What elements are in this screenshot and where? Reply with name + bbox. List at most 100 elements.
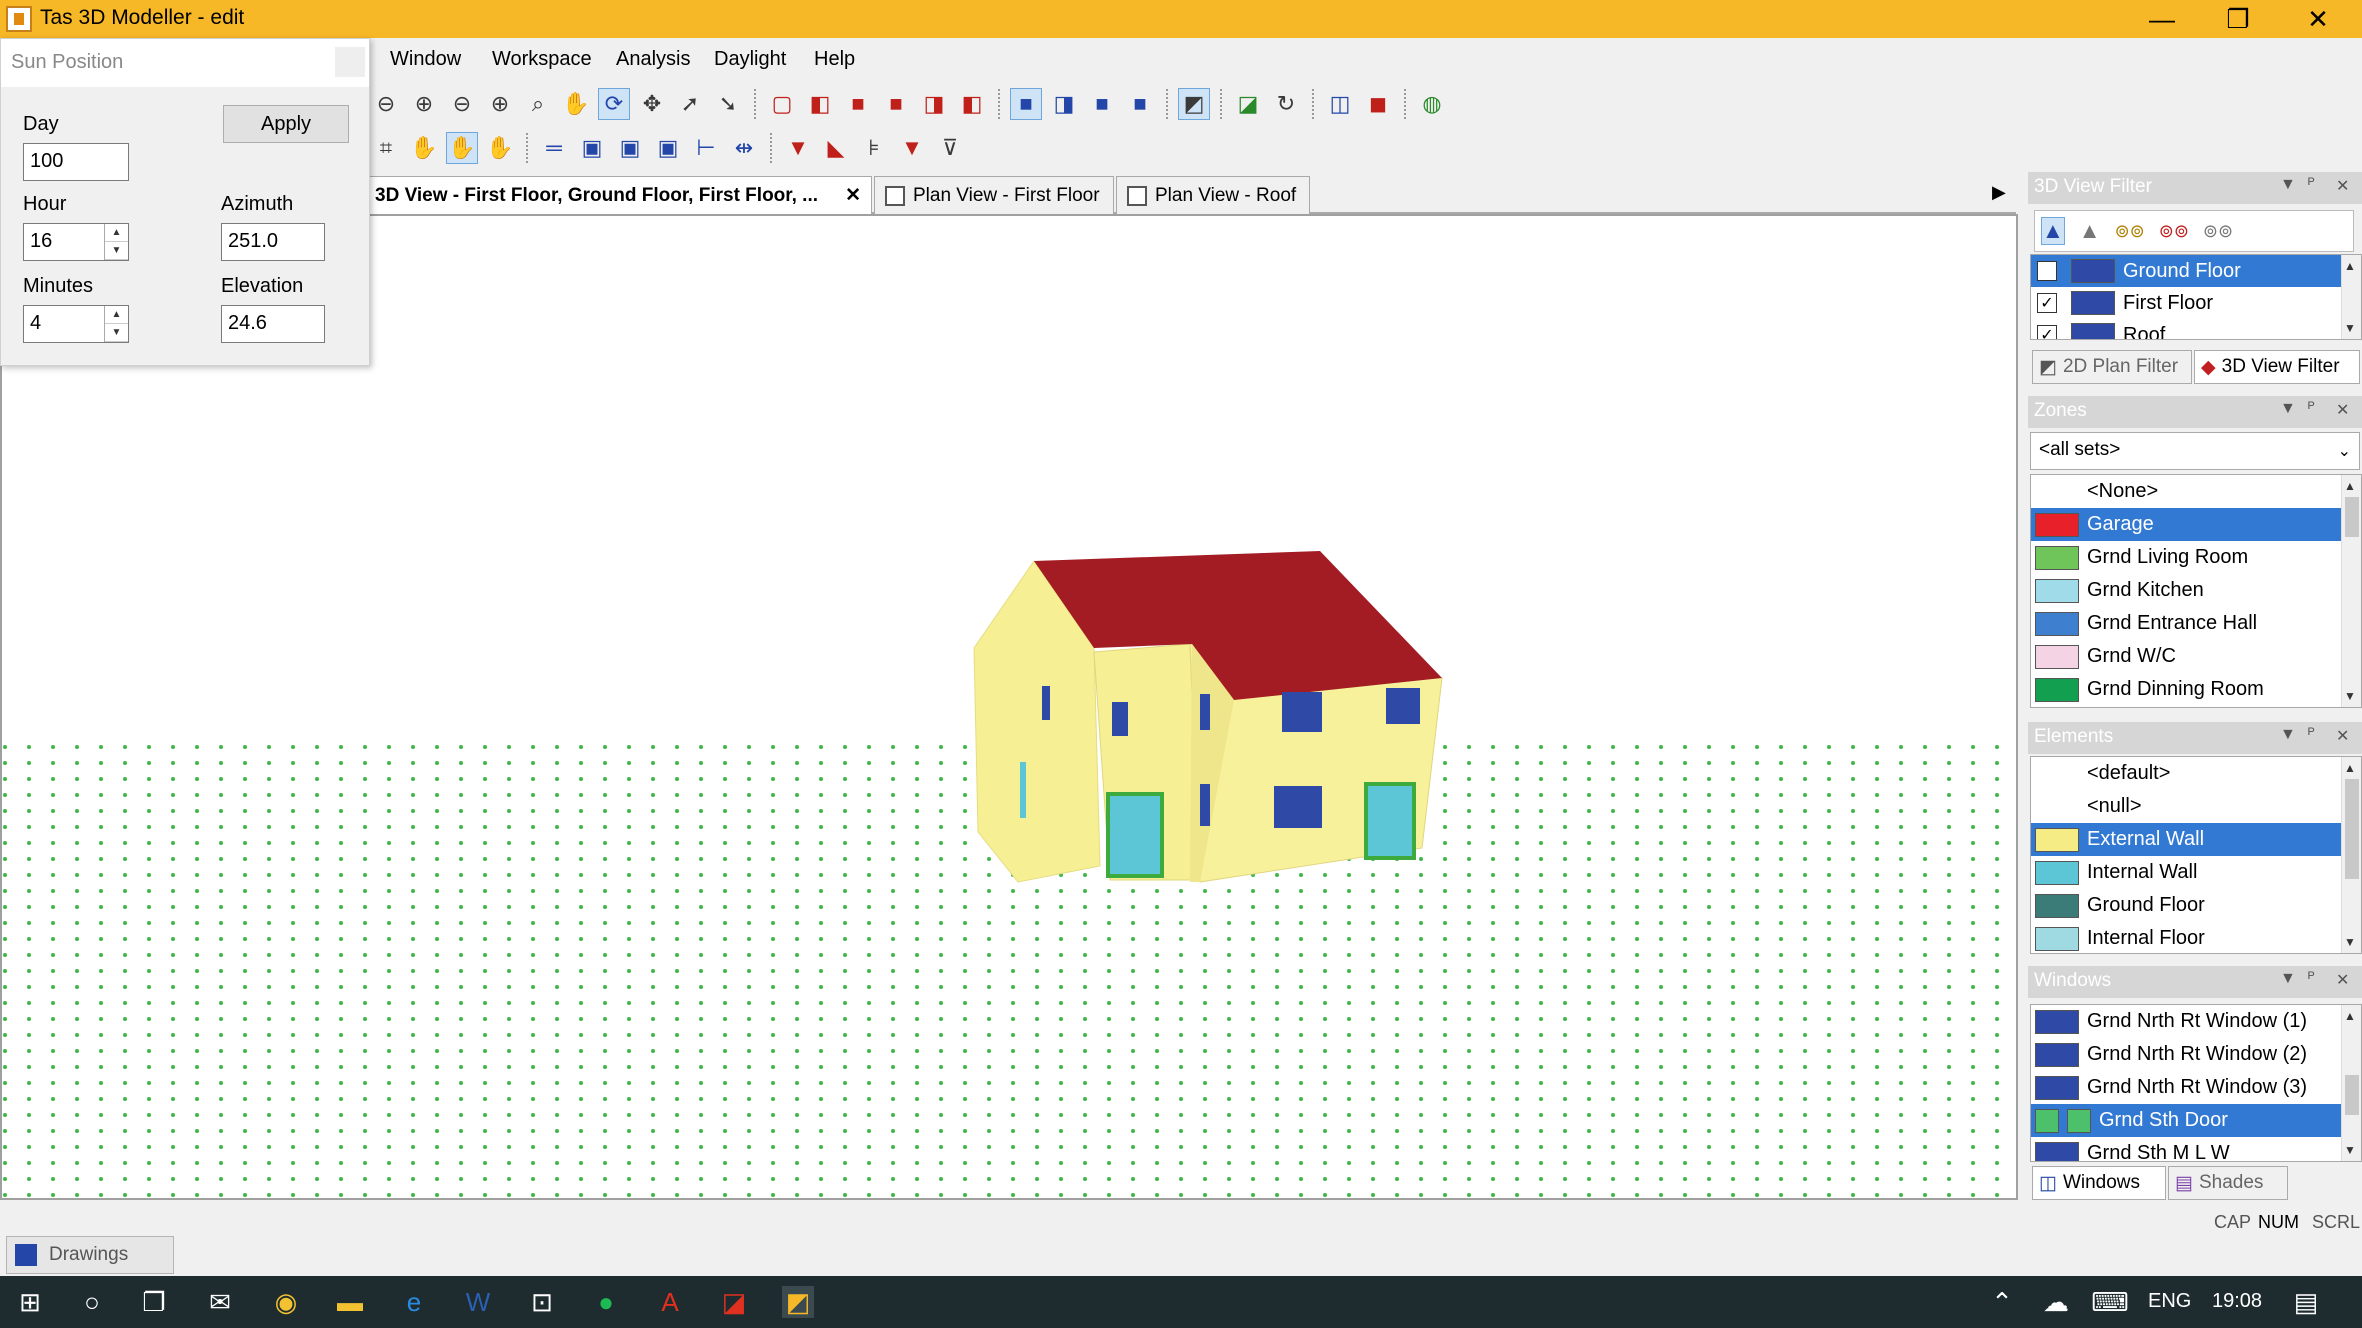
panel-dropdown-icon[interactable]: ▼	[2280, 176, 2296, 194]
grid-hand-icon[interactable]: ⌗	[370, 132, 402, 164]
pin-icon[interactable]: ᴾ	[2308, 970, 2315, 988]
tab-3d-view[interactable]: 3D View - First Floor, Ground Floor, Fir…	[364, 176, 872, 214]
hour-stepper[interactable]: 16 ▲ ▼	[23, 223, 129, 261]
dimension-icon[interactable]: ⊢	[690, 132, 722, 164]
store-icon[interactable]: ⊡	[526, 1286, 558, 1318]
acrobat-icon[interactable]: A	[654, 1286, 686, 1318]
shape-f-icon[interactable]: ▣	[576, 132, 608, 164]
list-item[interactable]: Grnd Nrth Rt Window (2)	[2031, 1038, 2361, 1071]
shape-g-icon[interactable]: ▣	[614, 132, 646, 164]
chrome-icon[interactable]: ◉	[270, 1286, 302, 1318]
pin-icon[interactable]: ᴾ	[2308, 176, 2315, 194]
tab-2d-plan-filter[interactable]: ◩ 2D Plan Filter	[2032, 350, 2192, 384]
scroll-thumb[interactable]	[2345, 497, 2359, 537]
spin-up-icon[interactable]: ▲	[105, 224, 128, 242]
checkbox[interactable]: ✓	[2037, 325, 2057, 339]
render-icon[interactable]: ◪	[1232, 88, 1264, 120]
scrollbar[interactable]: ▲ ▼	[2341, 475, 2361, 707]
zoom-window-icon[interactable]: ⌕	[522, 88, 554, 120]
drawings-tab[interactable]: Drawings	[6, 1236, 174, 1274]
elements-list[interactable]: <default> <null> External Wall Internal …	[2030, 756, 2362, 954]
hand-move-icon[interactable]: ✋	[408, 132, 440, 164]
filter-clear-icon[interactable]: ⊽	[934, 132, 966, 164]
panel-dropdown-icon[interactable]: ▼	[2280, 400, 2296, 418]
search-icon[interactable]: ○	[76, 1286, 108, 1318]
scroll-thumb[interactable]	[2345, 779, 2359, 879]
close-button[interactable]: ✕	[2280, 0, 2356, 38]
left-view-icon[interactable]: ■	[842, 88, 874, 120]
list-item[interactable]: Internal Floor	[2031, 922, 2361, 953]
minimize-button[interactable]: —	[2124, 0, 2200, 38]
rotate-icon[interactable]: ⟳	[598, 88, 630, 120]
scrollbar[interactable]: ▲ ▼	[2341, 255, 2361, 339]
task-view-icon[interactable]: ❐	[138, 1286, 170, 1318]
list-item[interactable]: Grnd Nrth Rt Window (1)	[2031, 1005, 2361, 1038]
mail-icon[interactable]: ✉	[204, 1286, 236, 1318]
spotify-icon[interactable]: ●	[590, 1286, 622, 1318]
iso-view-4-icon[interactable]: ■	[1124, 88, 1156, 120]
chevron-up-icon[interactable]: ⌃	[1986, 1286, 2018, 1318]
plan-view-icon[interactable]: ◫	[1324, 88, 1356, 120]
spin-up-icon[interactable]: ▲	[105, 306, 128, 324]
scrollbar[interactable]: ▲ ▼	[2341, 1005, 2361, 1161]
scroll-up-icon[interactable]: ▲	[2344, 479, 2356, 493]
tab-scroll-right-icon[interactable]: ▶	[1992, 182, 2006, 203]
shade-mode-icon[interactable]: ◩	[1178, 88, 1210, 120]
pan-icon[interactable]: ✋	[560, 88, 592, 120]
list-item[interactable]: <None>	[2031, 475, 2361, 508]
word-icon[interactable]: W	[462, 1286, 494, 1318]
orbit-icon[interactable]: ✥	[636, 88, 668, 120]
scroll-thumb[interactable]	[2345, 1075, 2359, 1115]
elevation-field[interactable]: 24.6	[221, 305, 325, 343]
azimuth-field[interactable]: 251.0	[221, 223, 325, 261]
list-item[interactable]: Grnd Sth M L W	[2031, 1137, 2361, 1161]
spin-down-icon[interactable]: ▼	[105, 324, 128, 342]
menu-help[interactable]: Help	[814, 48, 855, 71]
top-view-icon[interactable]: ◨	[918, 88, 950, 120]
list-item[interactable]: Ground Floor	[2031, 889, 2361, 922]
zone-set-select[interactable]: <all sets> ⌄	[2030, 432, 2360, 470]
right-view-icon[interactable]: ■	[880, 88, 912, 120]
windows-list[interactable]: Grnd Nrth Rt Window (1) Grnd Nrth Rt Win…	[2030, 1004, 2362, 1162]
zoom-extents-icon[interactable]: ⊕	[484, 88, 516, 120]
split-icon[interactable]: ⇹	[728, 132, 760, 164]
list-item[interactable]: Internal Wall	[2031, 856, 2361, 889]
apply-button[interactable]: Apply	[223, 105, 349, 143]
panel-close-icon[interactable]: ✕	[2336, 726, 2349, 746]
tab-windows[interactable]: ◫ Windows	[2032, 1166, 2166, 1200]
zones-list[interactable]: <None> Garage Grnd Living Room Grnd Kitc…	[2030, 474, 2362, 708]
filter-icon[interactable]: ▼	[782, 132, 814, 164]
menu-workspace[interactable]: Workspace	[492, 48, 592, 71]
notification-icon[interactable]: ▤	[2290, 1286, 2322, 1318]
list-item[interactable]: Grnd Entrance Hall	[2031, 607, 2361, 640]
refresh-icon[interactable]: ↻	[1270, 88, 1302, 120]
iso-view-3-icon[interactable]: ■	[1086, 88, 1118, 120]
stop-icon[interactable]: ◼	[1362, 88, 1394, 120]
filter-pick-icon[interactable]: ▼	[896, 132, 928, 164]
panel-dropdown-icon[interactable]: ▼	[2280, 970, 2296, 988]
list-item[interactable]: Grnd Nrth Rt Window (3)	[2031, 1071, 2361, 1104]
list-item[interactable]: ✓ Roof	[2031, 319, 2361, 339]
tab-plan-roof[interactable]: Plan View - Roof	[1116, 176, 1310, 214]
close-tab-icon[interactable]: ✕	[845, 184, 861, 207]
group-icon[interactable]: ⊚⊚	[2159, 221, 2189, 242]
scrollbar[interactable]: ▲ ▼	[2341, 757, 2361, 953]
list-item[interactable]: Grnd Living Room	[2031, 541, 2361, 574]
scroll-up-icon[interactable]: ▲	[2344, 1009, 2356, 1023]
filter-select-icon[interactable]: ◣	[820, 132, 852, 164]
chevron-down-icon[interactable]: ⌄	[2338, 441, 2351, 461]
pin-icon[interactable]: ᴾ	[2308, 726, 2315, 744]
pick-arrow-icon[interactable]: ➘	[712, 88, 744, 120]
checkbox[interactable]: ✓	[2037, 261, 2057, 281]
hand-edit-icon[interactable]: ✋	[484, 132, 516, 164]
tab-plan-first-floor[interactable]: Plan View - First Floor	[874, 176, 1114, 214]
view-filter-list[interactable]: ✓ Ground Floor ✓ First Floor ✓ Roof ▲ ▼	[2030, 254, 2362, 340]
list-item[interactable]: ✓ Ground Floor	[2031, 255, 2361, 287]
minutes-stepper[interactable]: 4 ▲ ▼	[23, 305, 129, 343]
minutes-spin[interactable]: ▲ ▼	[104, 306, 128, 342]
pin-icon[interactable]: ᴾ	[2308, 400, 2315, 418]
keyboard-icon[interactable]: ⌨	[2091, 1286, 2129, 1318]
scroll-up-icon[interactable]: ▲	[2344, 259, 2356, 273]
dialog-close-button[interactable]	[335, 47, 365, 77]
list-item[interactable]: Grnd Sth Door	[2031, 1104, 2361, 1137]
